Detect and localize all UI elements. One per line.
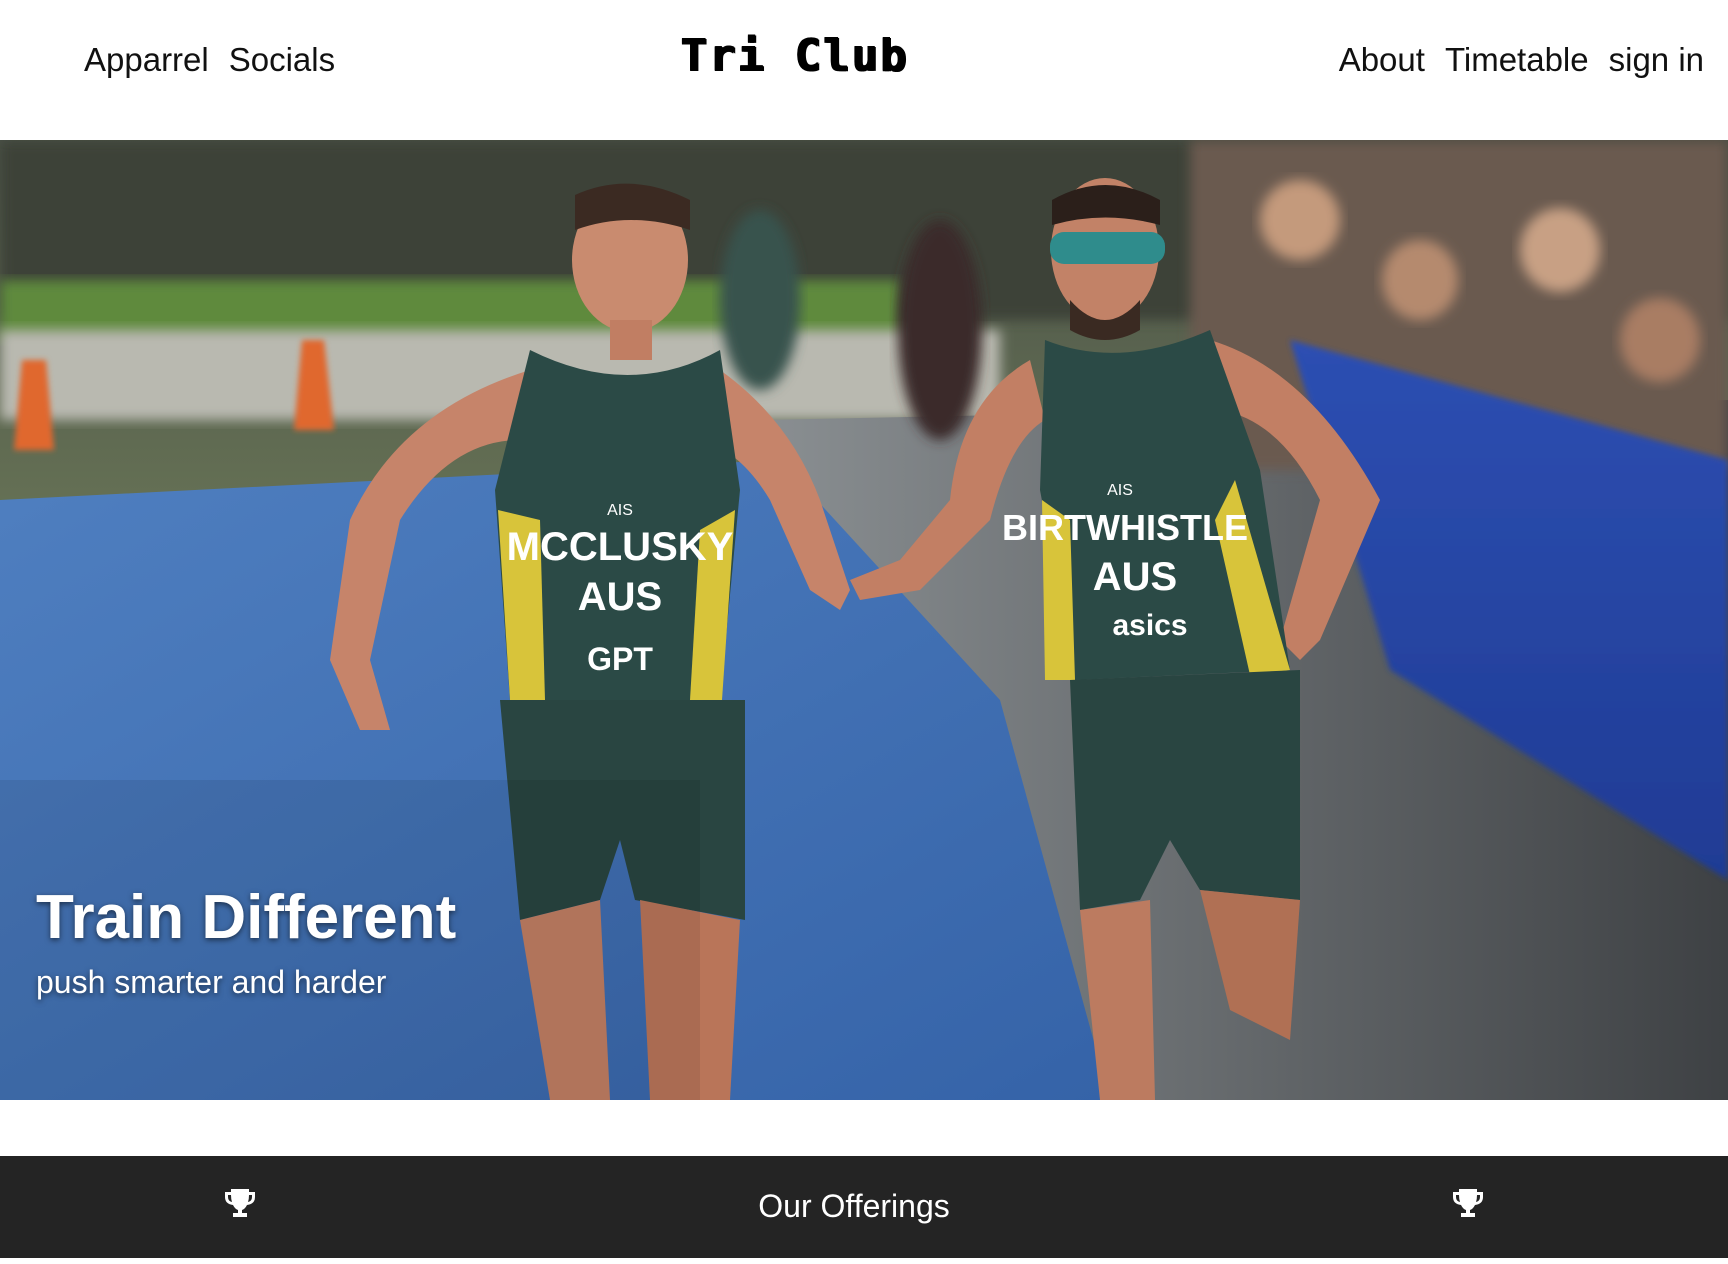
nav-link-timetable[interactable]: Timetable <box>1445 38 1589 82</box>
site-header: Apparrel Socials Tri Club About Timetabl… <box>0 0 1728 140</box>
trophy-icon <box>1453 1189 1483 1217</box>
page: Apparrel Socials Tri Club About Timetabl… <box>0 0 1728 1264</box>
athlete-right-sponsor: asics <box>1112 609 1187 642</box>
nav-link-sign-in[interactable]: sign in <box>1609 38 1704 82</box>
nav-right: About Timetable sign in <box>1339 38 1704 82</box>
offerings-bar: Our Offerings <box>0 1156 1728 1258</box>
athlete-left-country: AUS <box>578 575 662 619</box>
hero-subtitle: push smarter and harder <box>36 964 387 1000</box>
hero-title: Train Different <box>36 883 457 952</box>
athlete-left-name: MCCLUSKY <box>507 525 734 569</box>
athlete-right-badge: AIS <box>1107 482 1133 499</box>
nav-link-about[interactable]: About <box>1339 38 1425 82</box>
athlete-right-country: AUS <box>1093 555 1177 599</box>
athlete-left-badge: AIS <box>607 502 633 519</box>
hero-caption: Train Different push smarter and harder <box>36 882 456 1004</box>
athlete-right-name: BIRTWHISTLE <box>1002 507 1248 548</box>
athlete-left-sponsor: GPT <box>587 641 653 677</box>
hero-banner: MCCLUSKY AUS GPT AIS BIRTWHISTLE AUS asi… <box>0 140 1728 1100</box>
